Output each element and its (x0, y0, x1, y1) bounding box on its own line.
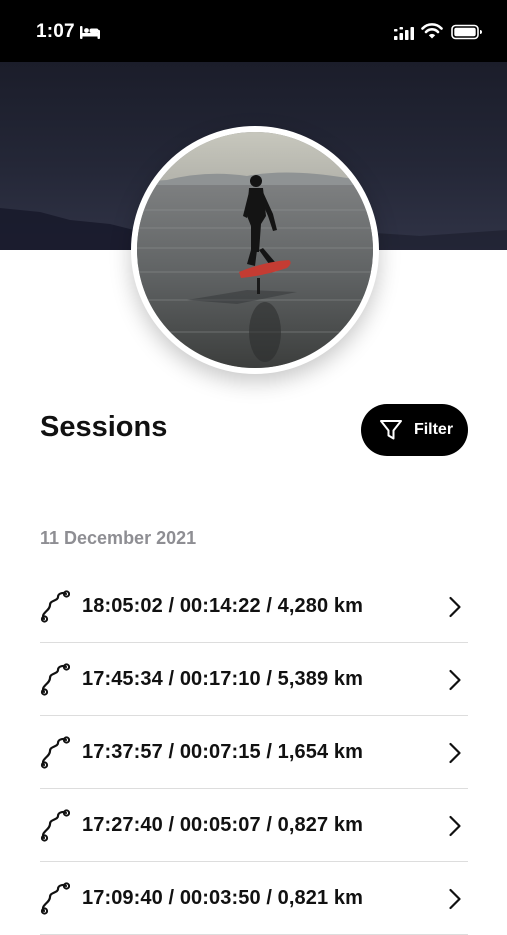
filter-button[interactable]: Filter (361, 404, 468, 456)
session-row[interactable]: 17:09:40 / 00:03:50 / 0,821 km (40, 862, 468, 935)
profile-avatar[interactable] (131, 126, 379, 374)
session-row[interactable]: 17:37:57 / 00:07:15 / 1,654 km (40, 716, 468, 789)
chevron-right-icon (449, 669, 461, 691)
battery-icon (451, 24, 482, 40)
date-header: 11 December 2021 (40, 528, 197, 548)
surfer-photo (137, 132, 373, 368)
status-bar: 1:07 (0, 0, 507, 62)
session-label: 17:37:57 / 00:07:15 / 1,654 km (82, 740, 363, 763)
route-icon (40, 809, 70, 842)
sessions-title: Sessions (40, 411, 168, 443)
session-label: 18:05:02 / 00:14:22 / 4,280 km (82, 594, 363, 617)
route-icon (40, 882, 70, 915)
route-icon (40, 590, 70, 623)
route-icon (40, 663, 70, 696)
session-label: 17:27:40 / 00:05:07 / 0,827 km (82, 813, 363, 836)
chevron-right-icon (449, 742, 461, 764)
cellular-signal-icon (394, 27, 414, 40)
route-icon (40, 736, 70, 769)
session-row[interactable]: 17:45:34 / 00:17:10 / 5,389 km (40, 643, 468, 716)
chevron-right-icon (449, 888, 461, 910)
session-label: 17:45:34 / 00:17:10 / 5,389 km (82, 667, 363, 690)
session-label: 17:09:40 / 00:03:50 / 0,821 km (82, 886, 363, 909)
wifi-icon (421, 23, 443, 39)
session-list: 18:05:02 / 00:14:22 / 4,280 km 17:45:34 … (40, 570, 468, 935)
funnel-icon (379, 420, 402, 440)
chevron-right-icon (449, 596, 461, 618)
session-row[interactable]: 18:05:02 / 00:14:22 / 4,280 km (40, 570, 468, 643)
status-time: 1:07 (36, 21, 75, 42)
bed-icon (80, 26, 100, 39)
filter-label: Filter (413, 421, 454, 438)
session-row[interactable]: 17:27:40 / 00:05:07 / 0,827 km (40, 789, 468, 862)
chevron-right-icon (449, 815, 461, 837)
